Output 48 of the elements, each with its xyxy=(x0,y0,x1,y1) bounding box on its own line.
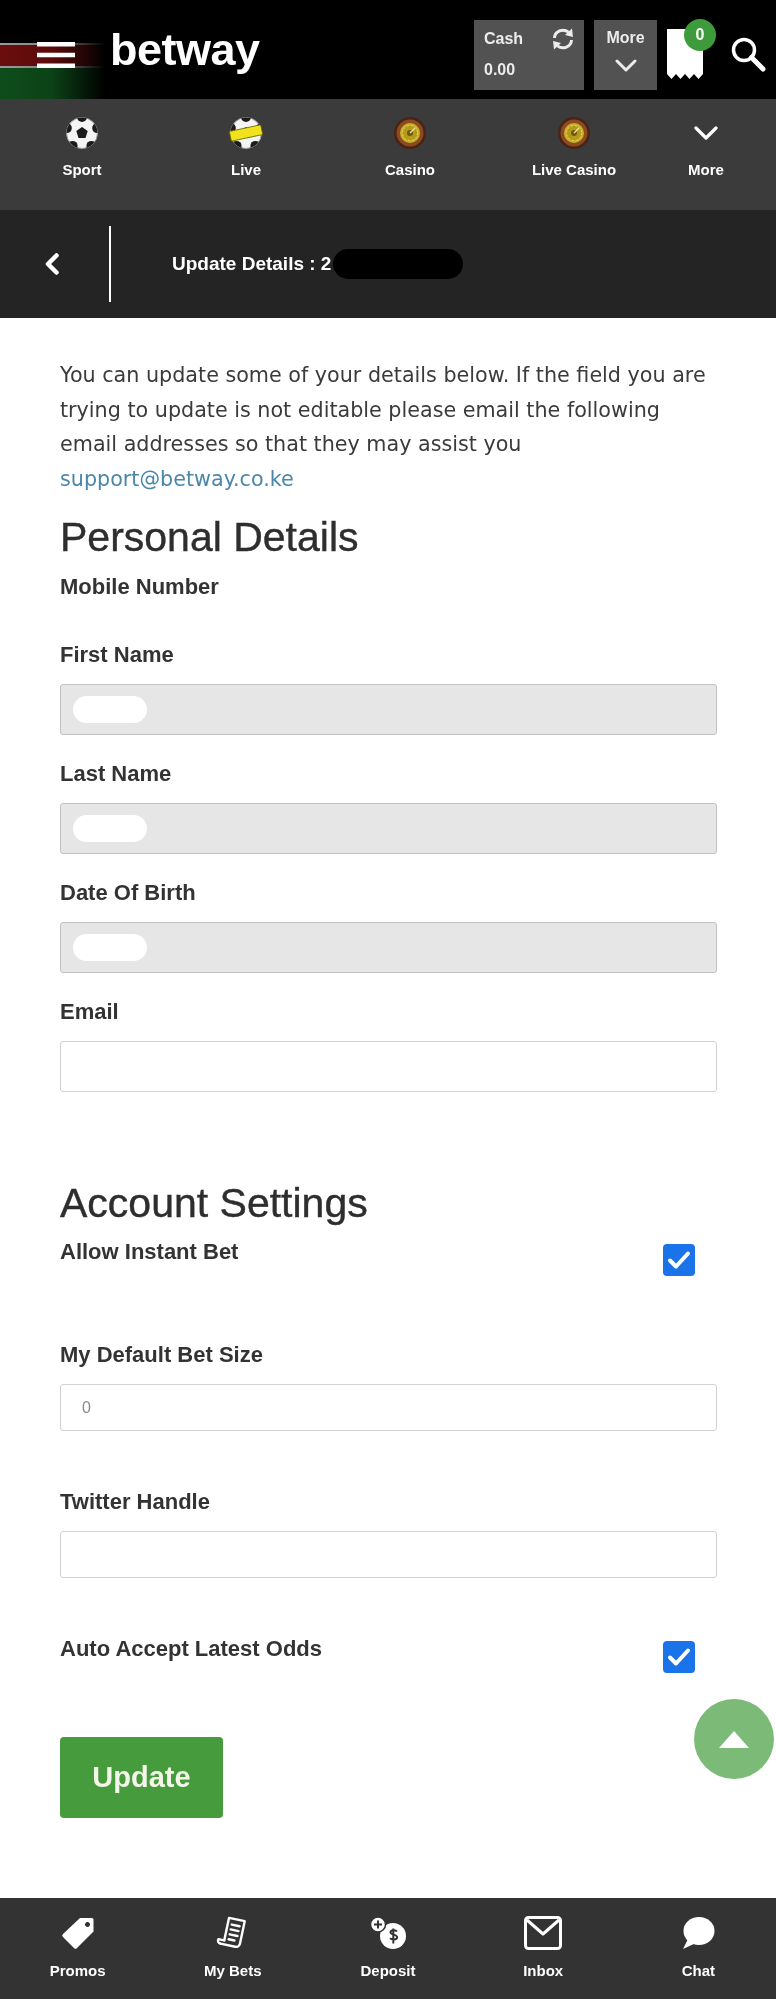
nav-tab[interactable]: Live xyxy=(164,99,328,210)
field-label: Auto Accept Latest Odds xyxy=(60,1636,322,1662)
dollar-coin-plus-icon xyxy=(369,1916,407,1950)
field-label: My Default Bet Size xyxy=(60,1342,264,1368)
bottom-nav-link[interactable]: Inbox xyxy=(465,1898,621,1999)
nav-tab[interactable]: Live Casino xyxy=(492,99,656,210)
field-label: Email xyxy=(60,999,120,1025)
menu-icon[interactable] xyxy=(37,42,75,68)
input-field[interactable]: 0 xyxy=(60,1384,717,1431)
up-triangle-icon xyxy=(719,1730,749,1748)
roulette-icon xyxy=(393,116,427,150)
logo: betway xyxy=(110,26,260,73)
field-label: Mobile Number xyxy=(60,574,220,600)
envelope-icon xyxy=(524,1916,563,1950)
page-title: Update Details : 2 xyxy=(172,251,332,276)
back-icon[interactable] xyxy=(44,253,60,275)
section-heading: Account Settings xyxy=(60,1179,369,1227)
intro-text: You can update some of your details below. If the field you are trying to update is not editable please email the following email addresses so that they may assist you xyxy=(60,362,707,458)
nav-tab[interactable]: Casino xyxy=(328,99,492,210)
bottom-nav-link[interactable]: My Bets xyxy=(155,1898,311,1999)
soccer-ball-icon xyxy=(65,116,99,150)
live-ball-icon xyxy=(229,116,263,150)
search-icon[interactable] xyxy=(730,36,766,72)
roulette-icon xyxy=(557,116,591,150)
bottom-nav-link[interactable]: Promos xyxy=(0,1898,156,1999)
bottom-nav-link[interactable]: Deposit xyxy=(310,1898,466,1999)
more-menu-button[interactable]: More xyxy=(594,20,657,90)
checkbox[interactable] xyxy=(663,1641,695,1673)
chevron-down-icon xyxy=(694,126,718,140)
speech-bubble-icon xyxy=(681,1916,716,1950)
bottom-nav-link[interactable]: Chat xyxy=(620,1898,776,1999)
nav-tab[interactable]: More xyxy=(656,99,756,210)
field-label: Twitter Handle xyxy=(60,1489,211,1515)
field-label: Last Name xyxy=(60,761,173,787)
input-field[interactable] xyxy=(60,1531,717,1578)
balance-button[interactable]: Cash 0.00 xyxy=(474,20,584,90)
field-label: First Name xyxy=(60,642,175,668)
section-heading: Personal Details xyxy=(60,513,360,561)
field-label: Allow Instant Bet xyxy=(60,1239,239,1265)
input-field[interactable] xyxy=(60,1041,717,1092)
support-email-link[interactable]: support@betway.co.ke xyxy=(60,466,294,491)
nav-tab[interactable]: Sport xyxy=(0,99,164,210)
refresh-icon xyxy=(551,28,575,50)
tag-icon xyxy=(60,1916,95,1950)
chevron-down-icon xyxy=(614,59,637,72)
count-badge: 0 xyxy=(684,19,716,51)
field-label: Date Of Birth xyxy=(60,880,197,906)
checkbox[interactable] xyxy=(663,1244,695,1276)
